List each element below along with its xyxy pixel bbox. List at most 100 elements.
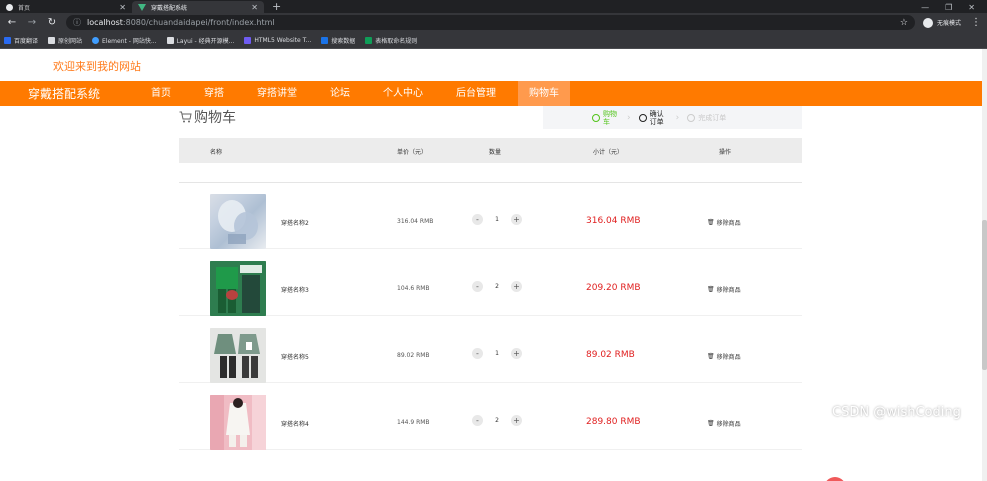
profile-label: 无痕模式 (936, 20, 961, 27)
col-price: 单价（元） (397, 149, 428, 156)
col-qty: 数量 (489, 149, 502, 156)
close-icon[interactable]: ✕ (119, 3, 126, 12)
product-name[interactable]: 穿搭名称4 (281, 419, 309, 428)
decrease-button[interactable]: - (472, 281, 483, 292)
remove-button[interactable]: 🗑 移除商品 (707, 285, 741, 294)
cart-row: 穿搭名称5 89.02 RMB - 1 + 89.02 RMB 🗑 移除商品 (179, 317, 802, 383)
checkout-steps: 购物车 › 确认订单 › 完成订单 (543, 106, 802, 129)
product-image[interactable] (210, 194, 266, 249)
product-image[interactable] (210, 328, 266, 383)
url-path: :8080/chuandaidapei/front/index.html (122, 18, 275, 27)
nav-admin[interactable]: 后台管理 (445, 81, 507, 106)
subtotal: 89.02 RMB (586, 350, 635, 360)
remove-button[interactable]: 🗑 移除商品 (707, 352, 741, 361)
reload-icon[interactable]: ↻ (46, 17, 58, 28)
quantity-stepper: - 2 + (472, 281, 522, 292)
unit-price: 89.02 RMB (397, 352, 430, 359)
increase-button[interactable]: + (511, 214, 522, 225)
restore-icon[interactable]: ❐ (945, 3, 952, 12)
sheet-icon (365, 36, 373, 44)
watermark: CSDN @wishCoding (832, 405, 961, 420)
product-image[interactable] (210, 395, 266, 450)
folder-icon (48, 36, 56, 44)
new-tab-button[interactable]: + (264, 1, 289, 13)
bookmark-item[interactable]: Element - 网站快... (92, 36, 157, 45)
browser-tab-home[interactable]: 首页 ✕ (0, 1, 132, 13)
chevron-right-icon: › (675, 112, 680, 123)
nav-forum[interactable]: 论坛 (319, 81, 361, 106)
cart-row: 穿搭名称3 104.6 RMB - 2 + 209.20 RMB 🗑 移除商品 (179, 250, 802, 316)
close-window-icon[interactable]: ✕ (968, 3, 975, 12)
bookmarks-bar: 百度翻译 原创网站 Element - 网站快... Layui - 经典开源模… (0, 32, 987, 49)
cart-table-header: 名称 单价（元） 数量 小计（元） 操作 (179, 138, 802, 163)
step-confirm: 确认订单 (638, 110, 668, 126)
more-menu-icon[interactable]: ⋮ (971, 17, 981, 28)
incognito-icon (922, 17, 933, 28)
brand-title: 穿戴搭配系统 (28, 87, 101, 101)
nav-profile[interactable]: 个人中心 (372, 81, 434, 106)
trash-icon: 🗑 (707, 286, 715, 293)
decrease-button[interactable]: - (472, 214, 483, 225)
cart-row: 穿搭名称2 316.04 RMB - 1 + 316.04 RMB 🗑 移除商品 (179, 183, 802, 249)
bookmark-item[interactable]: HTML5 Website T... (244, 36, 311, 44)
html5-icon (244, 36, 252, 44)
scrollbar-thumb[interactable] (982, 220, 987, 370)
unit-price: 104.6 RMB (397, 285, 430, 292)
floating-action-button[interactable] (824, 477, 846, 481)
tab-title: 穿戴搭配系统 (151, 4, 188, 12)
cart-row: 穿搭名称4 144.9 RMB - 2 + 289.80 RMB 🗑 移除商品 (179, 384, 802, 450)
trash-icon: 🗑 (707, 420, 715, 427)
data-icon (321, 36, 329, 44)
bookmark-item[interactable]: 搜索数据 (321, 36, 355, 45)
minimize-icon[interactable]: — (921, 3, 929, 12)
product-name[interactable]: 穿搭名称5 (281, 352, 309, 361)
browser-toolbar: ← → ↻ ⓘ localhost:8080/chuandaidapei/fro… (0, 13, 987, 32)
quantity-value[interactable]: 1 (483, 216, 511, 223)
quantity-stepper: - 1 + (472, 348, 522, 359)
increase-button[interactable]: + (511, 348, 522, 359)
quantity-value[interactable]: 2 (483, 417, 511, 424)
product-name[interactable]: 穿搭名称2 (281, 218, 309, 227)
chevron-right-icon: › (627, 112, 631, 123)
circle-icon (687, 113, 696, 122)
bookmark-item[interactable]: Layui - 经典开源模... (166, 36, 234, 45)
bookmark-star-icon[interactable]: ☆ (900, 18, 908, 28)
remove-button[interactable]: 🗑 移除商品 (707, 218, 741, 227)
bookmark-item[interactable]: 百度翻译 (4, 36, 38, 45)
decrease-button[interactable]: - (472, 415, 483, 426)
circle-icon (638, 113, 647, 122)
back-icon[interactable]: ← (6, 17, 18, 28)
increase-button[interactable]: + (511, 415, 522, 426)
bookmark-item[interactable]: 表格取命名规则 (365, 36, 417, 45)
nav-cart[interactable]: 购物车 (518, 81, 570, 106)
subtotal: 316.04 RMB (586, 216, 641, 226)
check-circle-icon (592, 113, 600, 122)
info-icon[interactable]: ⓘ (73, 17, 81, 28)
increase-button[interactable]: + (511, 281, 522, 292)
nav-lecture[interactable]: 穿搭讲堂 (246, 81, 308, 106)
bookmark-item[interactable]: 原创网站 (48, 36, 82, 45)
product-name[interactable]: 穿搭名称3 (281, 285, 309, 294)
cart-title: 购物车 (179, 107, 236, 127)
nav-home[interactable]: 首页 (140, 81, 182, 106)
vue-icon (138, 3, 146, 11)
trash-icon: 🗑 (707, 353, 715, 360)
welcome-text: 欢迎来到我的网站 (53, 60, 141, 73)
quantity-value[interactable]: 1 (483, 350, 511, 357)
col-name: 名称 (210, 149, 223, 156)
quantity-stepper: - 1 + (472, 214, 522, 225)
main-nav: 穿戴搭配系统 首页 穿搭 穿搭讲堂 论坛 个人中心 后台管理 购物车 (0, 81, 987, 106)
forward-icon[interactable]: → (26, 17, 38, 28)
close-icon[interactable]: ✕ (251, 3, 258, 12)
incognito-profile[interactable]: 无痕模式 (922, 17, 963, 28)
step-complete: 完成订单 (687, 113, 726, 122)
trash-icon: 🗑 (707, 219, 715, 226)
address-bar[interactable]: ⓘ localhost:8080/chuandaidapei/front/ind… (66, 15, 915, 30)
decrease-button[interactable]: - (472, 348, 483, 359)
quantity-value[interactable]: 2 (483, 283, 511, 290)
browser-tab-app[interactable]: 穿戴搭配系统 ✕ (132, 1, 264, 13)
nav-outfits[interactable]: 穿搭 (193, 81, 235, 106)
remove-button[interactable]: 🗑 移除商品 (707, 419, 741, 428)
quantity-stepper: - 2 + (472, 415, 522, 426)
product-image[interactable] (210, 261, 266, 316)
